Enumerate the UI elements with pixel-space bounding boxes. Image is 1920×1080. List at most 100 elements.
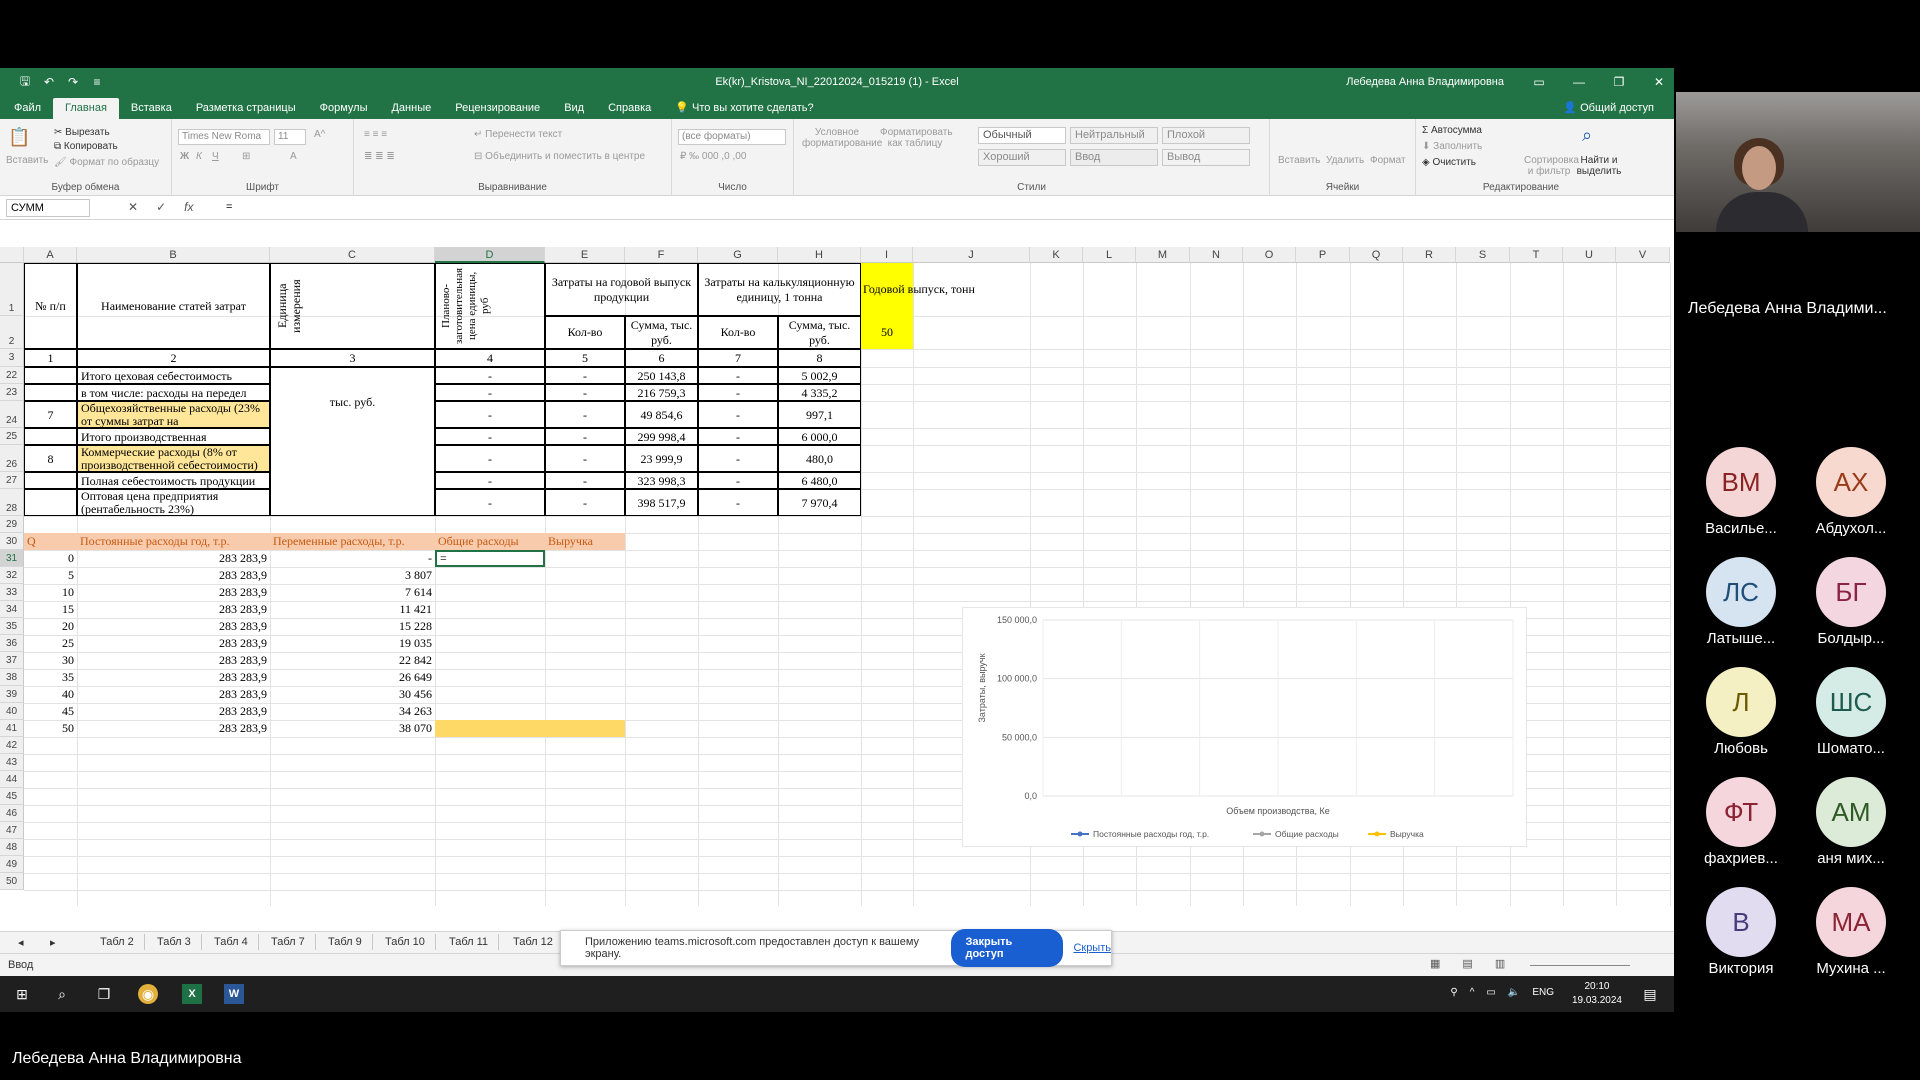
presenter-video[interactable] xyxy=(1676,92,1920,232)
row-header[interactable]: 41 xyxy=(0,720,24,737)
column-header[interactable]: J xyxy=(913,247,1030,263)
variable-cost-cell[interactable]: 19 035 xyxy=(270,635,435,652)
sheet-tab[interactable]: Табл 10 xyxy=(375,934,436,950)
insert-cells-button[interactable]: Вставить xyxy=(1278,155,1320,166)
participant-avatar[interactable]: АМ xyxy=(1816,777,1886,847)
variable-cost-cell[interactable]: 3 807 xyxy=(270,567,435,584)
participant-avatar[interactable]: Л xyxy=(1706,667,1776,737)
annual-sum-cell[interactable]: 49 854,6 xyxy=(625,401,698,428)
clear-button[interactable]: ◈ Очистить xyxy=(1422,157,1476,168)
annual-qty-cell[interactable]: - xyxy=(545,472,625,489)
column-header[interactable]: R xyxy=(1403,247,1456,263)
cost-item-name[interactable]: Полная себестоимость продукции xyxy=(77,472,270,489)
q-cell[interactable]: 5 xyxy=(24,567,77,584)
row-header[interactable]: 35 xyxy=(0,618,24,635)
row-header[interactable]: 43 xyxy=(0,754,24,771)
unit-sum-cell[interactable]: 6 000,0 xyxy=(778,428,861,445)
column-header[interactable]: F xyxy=(625,247,698,263)
format-as-table-button[interactable]: Форматировать как таблицу xyxy=(880,127,953,149)
format-cells-button[interactable]: Формат xyxy=(1370,155,1406,166)
price-cell[interactable]: - xyxy=(435,445,545,472)
bold-icon[interactable]: Ж xyxy=(180,151,189,162)
column-header[interactable]: H xyxy=(778,247,861,263)
cell-A1[interactable]: № п/п xyxy=(24,263,77,349)
unit-sum-cell[interactable]: 4 335,2 xyxy=(778,384,861,401)
worksheet-grid[interactable]: A B C D E F G H I J K L M N O P Q R S T U V 1 2 3 22 23 24 25 26 27 28 2… xyxy=(0,247,1674,927)
chrome-icon[interactable]: ◉ xyxy=(138,984,158,1004)
cost-item-name[interactable]: в том числе: расходы на передел xyxy=(77,384,270,401)
annual-qty-cell[interactable]: - xyxy=(545,489,625,516)
annual-qty-cell[interactable]: - xyxy=(545,401,625,428)
conditional-format-button[interactable]: Условное форматирование xyxy=(802,127,882,149)
clock[interactable]: 20:10 19.03.2024 xyxy=(1572,980,1622,1008)
cost-item-name[interactable]: Итого производственная xyxy=(77,428,270,445)
row-header[interactable]: 23 xyxy=(0,384,24,401)
fixed-cost-cell[interactable]: 283 283,9 xyxy=(77,669,270,686)
windows-start-icon[interactable]: ⊞ xyxy=(12,984,32,1004)
volume-icon[interactable]: 🔈 xyxy=(1508,987,1520,998)
index-cell[interactable]: 1 xyxy=(24,349,77,367)
unit-qty-cell[interactable]: - xyxy=(698,367,778,384)
row-header[interactable]: 2 xyxy=(0,316,24,349)
select-all-corner[interactable] xyxy=(0,247,24,263)
row-header[interactable]: 34 xyxy=(0,601,24,618)
cell-I1[interactable]: Годовой выпуск, тонн xyxy=(861,263,975,316)
network-icon[interactable]: ▭ xyxy=(1486,987,1495,998)
annual-sum-cell[interactable]: 250 143,8 xyxy=(625,367,698,384)
cell-E1[interactable]: Затраты на годовой выпуск продукции xyxy=(545,263,698,316)
q-cell[interactable]: 40 xyxy=(24,686,77,703)
cell-H2[interactable]: Сумма, тыс. руб. xyxy=(778,316,861,349)
price-cell[interactable]: - xyxy=(435,472,545,489)
column-header[interactable]: N xyxy=(1190,247,1243,263)
column-header[interactable]: M xyxy=(1136,247,1190,263)
row-header[interactable]: 27 xyxy=(0,472,24,489)
column-header[interactable]: U xyxy=(1563,247,1616,263)
sheet-tab[interactable]: Табл 3 xyxy=(147,934,202,950)
participant-avatar[interactable]: АХ xyxy=(1816,447,1886,517)
language-indicator[interactable]: ENG xyxy=(1532,987,1554,998)
cell-G2[interactable]: Кол-во xyxy=(698,316,778,349)
q-cell[interactable]: 45 xyxy=(24,703,77,720)
align-top-icon[interactable]: ≡ ≡ ≡ xyxy=(364,129,387,140)
price-cell[interactable]: - xyxy=(435,384,545,401)
variable-cost-cell[interactable]: 22 842 xyxy=(270,652,435,669)
borders-icon[interactable]: ⊞ xyxy=(242,151,250,162)
style-bad[interactable]: Плохой xyxy=(1162,127,1250,144)
style-good[interactable]: Хороший xyxy=(978,149,1066,166)
column-header[interactable]: B xyxy=(77,247,270,263)
variable-cost-cell[interactable]: 30 456 xyxy=(270,686,435,703)
row-header[interactable]: 28 xyxy=(0,489,24,516)
index-cell[interactable]: 3 xyxy=(270,349,435,367)
row-header[interactable]: 29 xyxy=(0,516,24,533)
variable-costs-header[interactable]: Переменные расходы, т.р. xyxy=(270,533,435,550)
variable-cost-cell[interactable]: 7 614 xyxy=(270,584,435,601)
cell-I2[interactable]: 50 xyxy=(861,316,913,349)
save-icon[interactable]: 🖫 xyxy=(18,74,32,89)
row-header[interactable]: 24 xyxy=(0,401,24,428)
variable-cost-cell[interactable]: 38 070 xyxy=(270,720,435,737)
row-num-cell[interactable] xyxy=(24,384,77,401)
cost-item-name[interactable]: Общехозяйственные расходы (23% от суммы … xyxy=(77,401,270,428)
tab-review[interactable]: Рецензирование xyxy=(443,98,552,119)
tab-view[interactable]: Вид xyxy=(552,98,596,119)
annual-qty-cell[interactable]: - xyxy=(545,445,625,472)
cost-item-name[interactable]: Итого цеховая себестоимость xyxy=(77,367,270,384)
cancel-icon[interactable]: ✕ xyxy=(128,200,138,214)
row-num-cell[interactable] xyxy=(24,428,77,445)
row-header[interactable]: 50 xyxy=(0,873,24,890)
q-cell[interactable]: 0 xyxy=(24,550,77,567)
q-cell[interactable]: 35 xyxy=(24,669,77,686)
column-header[interactable]: P xyxy=(1296,247,1350,263)
column-header[interactable]: T xyxy=(1510,247,1563,263)
row-header[interactable]: 3 xyxy=(0,349,24,367)
column-header[interactable]: Q xyxy=(1350,247,1403,263)
row-num-cell[interactable] xyxy=(24,472,77,489)
row-header[interactable]: 31 xyxy=(0,550,24,567)
column-header[interactable]: V xyxy=(1616,247,1670,263)
breakeven-chart[interactable]: 150 000,0 100 000,0 50 000,0 0,0 Затраты, вы… xyxy=(962,607,1527,847)
row-num-cell[interactable] xyxy=(24,489,77,516)
user-name[interactable]: Лебедева Анна Владимировна xyxy=(1346,76,1504,88)
font-family-select[interactable]: Times New Roma xyxy=(178,129,270,145)
participant-avatar[interactable]: ШС xyxy=(1816,667,1886,737)
row-header[interactable]: 1 xyxy=(0,263,24,316)
